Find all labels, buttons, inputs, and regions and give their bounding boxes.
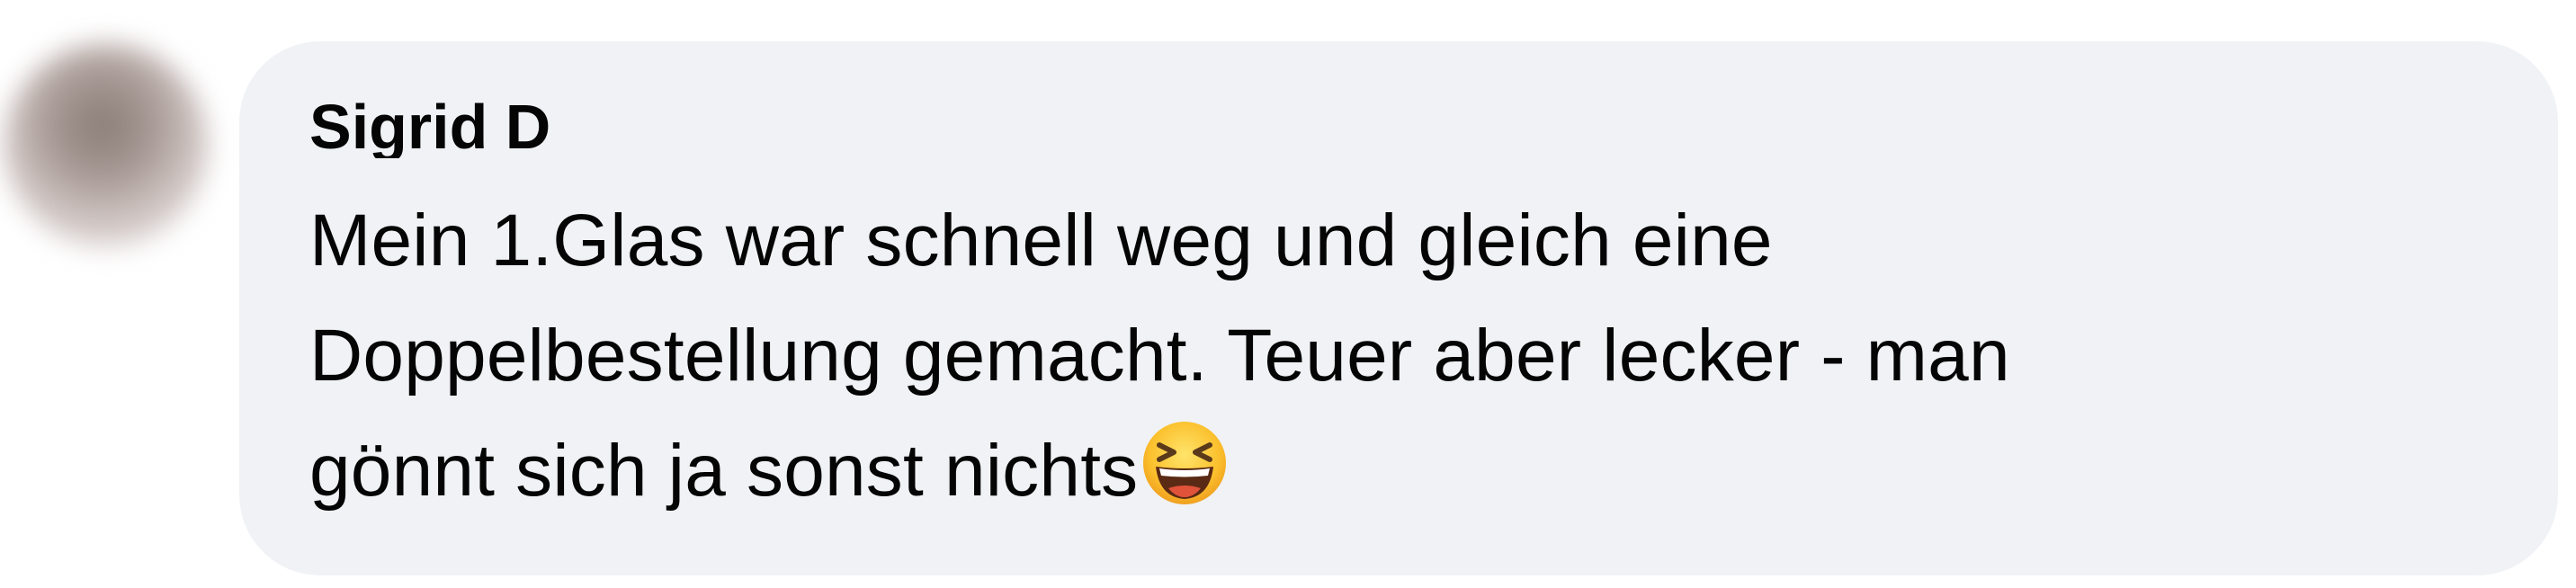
grinning-squinting-face-icon — [1143, 422, 1227, 504]
comment-bubble: Sigrid D Mein 1.Glas war schnell weg und… — [239, 41, 2558, 575]
comment-text: Mein 1.Glas war schnell weg und gleich e… — [309, 183, 2486, 529]
comment-text-line: Mein 1.Glas war schnell weg und gleich e… — [309, 200, 1773, 281]
comment-text-line: Doppelbestellung gemacht. Teuer aber lec… — [309, 315, 2010, 396]
comment-author[interactable]: Sigrid D — [309, 95, 606, 158]
comment-author-name[interactable]: Sigrid D — [309, 95, 550, 158]
avatar[interactable] — [4, 43, 209, 248]
comment-text-line-3: gönnt sich ja sonst nichts — [309, 430, 1139, 512]
author-name-fade — [570, 95, 606, 158]
comment-text-line: gönnt sich ja sonst nichts — [309, 414, 2486, 529]
